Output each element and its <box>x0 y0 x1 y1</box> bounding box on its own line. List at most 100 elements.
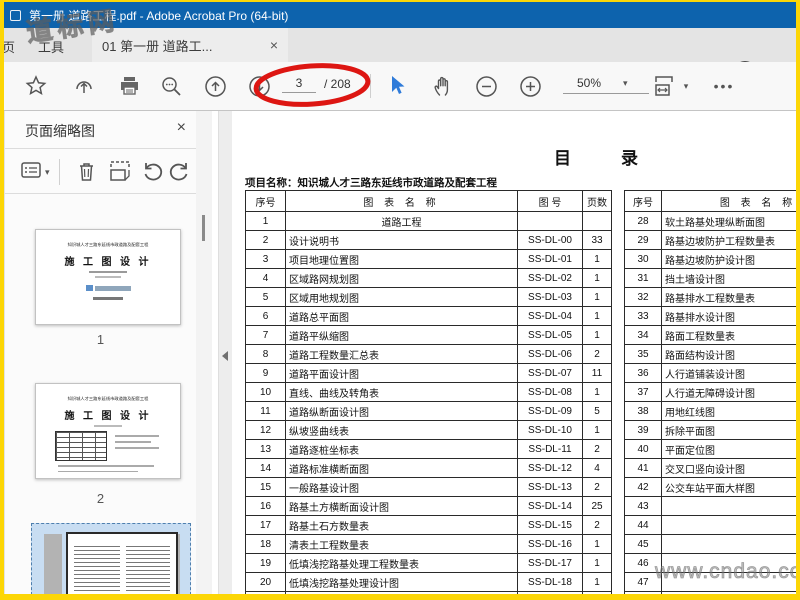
table-cell: 道路标准横断面图 <box>285 458 518 478</box>
zoom-in-icon[interactable] <box>517 62 543 110</box>
tab-close-icon[interactable]: × <box>270 37 278 53</box>
table-row: 48 <box>624 591 796 594</box>
table-cell: SS-DL-03 <box>517 287 583 307</box>
rotate-counterclockwise-icon[interactable] <box>141 161 163 183</box>
thumbnails-scrollbar[interactable] <box>196 111 212 594</box>
tab-document[interactable]: 01 第一册 道路工... × <box>92 28 288 62</box>
page-number-input[interactable]: 3 <box>282 76 316 93</box>
table-row: 18 清表土工程数量表 SS-DL-16 1 <box>245 534 612 554</box>
table-cell: SS-DL-11 <box>517 439 583 459</box>
collapse-panel-arrow-icon[interactable] <box>222 351 228 361</box>
table-cell: 1 <box>582 268 612 288</box>
panel-close-icon[interactable]: × <box>177 119 186 137</box>
table-row: 4 区域路网规划图 SS-DL-02 1 <box>245 268 612 288</box>
table-cell: 低填浅挖路基处理工程数量表 <box>285 553 518 573</box>
panel-splitter[interactable] <box>218 111 232 594</box>
share-upload-icon[interactable] <box>72 62 96 110</box>
table-cell: SS-DL-18 <box>517 572 583 592</box>
table-cell: 区域路网规划图 <box>285 268 518 288</box>
table-cell: 3 <box>245 249 286 269</box>
table-cell: 39 <box>624 420 662 440</box>
table-cell: 2 <box>582 344 612 364</box>
table-cell: 项目地理位置图 <box>285 249 518 269</box>
select-tool-icon[interactable] <box>386 62 408 110</box>
document-page[interactable]: 目录 项目名称：知识城人才三路东延线市政道路及配套工程 序号图 表 名 称图 号… <box>232 111 796 594</box>
table-cell: 路基土石方数量表 <box>285 515 518 535</box>
thumbnail-options-chevron-icon[interactable]: ▾ <box>45 167 50 178</box>
table-cell: 路面工程数量表 <box>661 325 796 345</box>
table-cell: 20 <box>245 572 286 592</box>
table-cell: 13 <box>245 439 286 459</box>
panel-toolbar-separator <box>59 159 60 185</box>
table-cell: 48 <box>624 591 662 594</box>
table-cell: 40 <box>624 439 662 459</box>
page-thumbnail-3-selected[interactable] <box>31 523 191 595</box>
window-title: 第一册 道路工程.pdf - Adobe Acrobat Pro (64-bit… <box>29 8 289 23</box>
table-cell <box>661 515 796 535</box>
table-cell: 1 <box>582 249 612 269</box>
table-row: 10 直线、曲线及转角表 SS-DL-08 1 <box>245 382 612 402</box>
zoom-level-value: 50% <box>577 76 602 90</box>
table-cell: 17 <box>245 515 286 535</box>
table-row: 9 道路平面设计图 SS-DL-07 11 <box>245 363 612 383</box>
table-cell: 道路纵断面设计图 <box>285 401 518 421</box>
cover-subtitle: 知识城人才三路东延线市政道路及配套工程 <box>67 396 149 402</box>
page-number-field[interactable]: 3 / 208 <box>282 76 351 93</box>
table-cell: SS-DL-12 <box>517 458 583 478</box>
toolbar-separator <box>370 74 371 98</box>
fit-options-chevron-icon[interactable]: ▾ <box>680 62 692 110</box>
next-page-icon[interactable] <box>246 62 272 110</box>
table-cell: 道路工程数量汇总表 <box>285 344 518 364</box>
table-cell: 29 <box>624 230 662 250</box>
table-cell: 19 <box>245 553 286 573</box>
delete-pages-trash-icon[interactable] <box>77 161 96 182</box>
table-row: 41 交叉口竖向设计图 <box>624 458 796 478</box>
thumbnails-panel-header: 页面缩略图 × <box>5 111 196 149</box>
table-row: 46 <box>624 553 796 573</box>
table-cell: SS-DL-14 <box>517 496 583 516</box>
table-row: 12 纵坡竖曲线表 SS-DL-10 1 <box>245 420 612 440</box>
table-header-row: 序号图 表 名 称 <box>624 190 796 212</box>
table-cell: 路基排水工程数量表 <box>661 287 796 307</box>
rotate-clockwise-icon[interactable] <box>169 161 191 183</box>
thumbnails-panel: 页面缩略图 × ▾ 知识城人才三路东延线市政道路及配套工程 施 工 图 设 计 … <box>4 111 196 595</box>
thumbnail-options-icon[interactable] <box>21 161 41 179</box>
print-icon[interactable] <box>117 62 141 110</box>
more-tools-icon[interactable]: ••• <box>706 62 742 110</box>
fit-width-icon[interactable] <box>652 62 676 110</box>
hand-tool-icon[interactable] <box>430 62 456 110</box>
favorites-star-icon[interactable] <box>24 62 48 110</box>
zoom-out-icon[interactable] <box>473 62 499 110</box>
tab-tools[interactable]: 工具 <box>38 37 64 56</box>
page-thumbnail-1[interactable]: 知识城人才三路东延线市政道路及配套工程 施 工 图 设 计 <box>35 229 181 325</box>
table-cell: 36 <box>624 363 662 383</box>
company-logo <box>36 285 180 291</box>
scrollbar-thumb[interactable] <box>202 215 205 241</box>
table-cell: SS-DL-16 <box>517 534 583 554</box>
previous-page-icon[interactable] <box>202 62 228 110</box>
tab-home[interactable]: 页 <box>2 37 20 56</box>
table-cell: 道路逐桩坐标表 <box>285 439 518 459</box>
table-cell: 1 <box>582 287 612 307</box>
crop-pages-icon[interactable] <box>109 161 131 182</box>
zoom-level-dropdown[interactable]: 50% ▾ <box>563 76 649 94</box>
page-thumbnail-2[interactable]: 知识城人才三路东延线市政道路及配套工程 施 工 图 设 计 <box>35 383 181 479</box>
table-cell: SS-DL-15 <box>517 515 583 535</box>
table-cell: 4 <box>582 458 612 478</box>
table-row: 35 路面结构设计图 <box>624 344 796 364</box>
table-cell: 1 <box>582 534 612 554</box>
column-header: 图 号 <box>517 190 583 212</box>
table-cell: 21 <box>245 591 286 594</box>
table-cell: 41 <box>624 458 662 478</box>
table-cell: 1 <box>582 572 612 592</box>
table-row: 11 道路纵断面设计图 SS-DL-09 5 <box>245 401 612 421</box>
table-cell: SS-DL-08 <box>517 382 583 402</box>
main-toolbar: 3 / 208 50% ▾ ▾ ••• <box>0 62 800 111</box>
table-cell: 4 <box>245 268 286 288</box>
table-cell <box>661 534 796 554</box>
search-icon[interactable] <box>158 62 184 110</box>
page-label-2: 2 <box>96 491 105 506</box>
table-cell: SS-DL-10 <box>517 420 583 440</box>
page-label-1: 1 <box>96 332 105 347</box>
table-row: 17 路基土石方数量表 SS-DL-15 2 <box>245 515 612 535</box>
